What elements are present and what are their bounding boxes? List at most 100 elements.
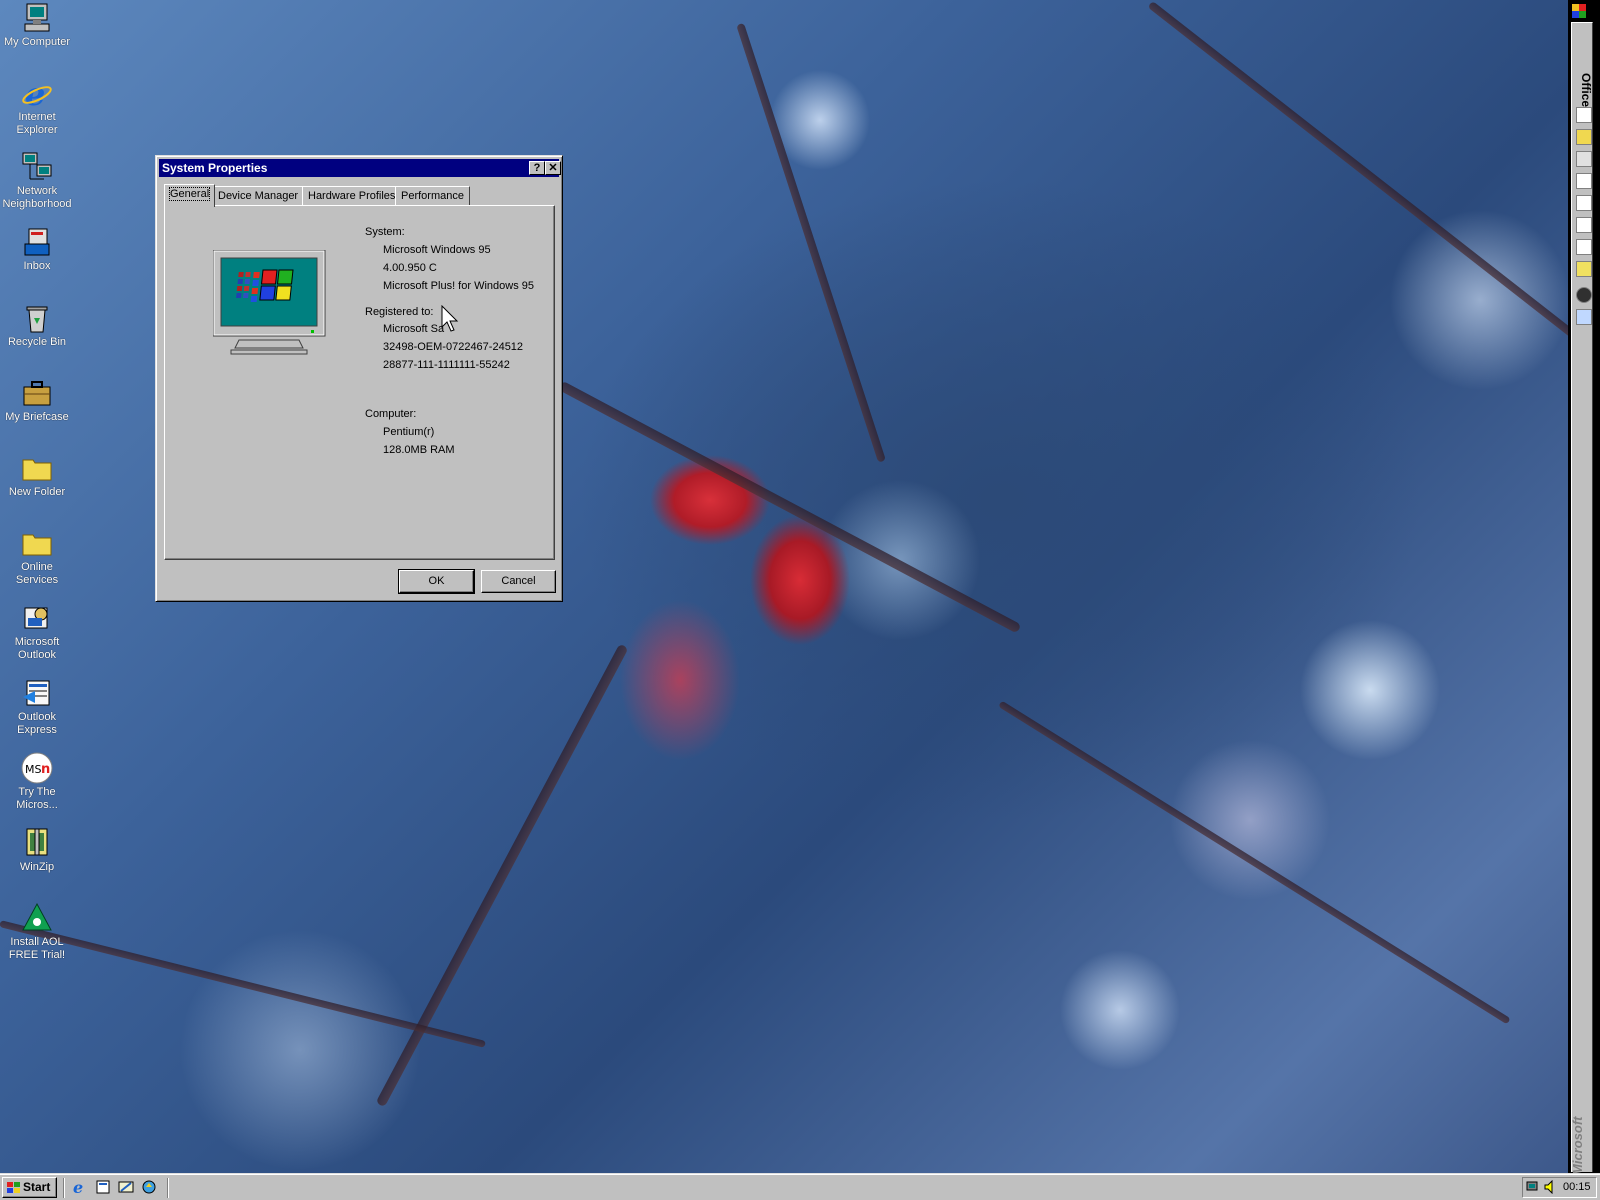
taskbar-separator (167, 1178, 169, 1198)
network-neighborhood-icon (21, 151, 53, 183)
desktop-icon-internet-explorer[interactable]: e Internet Explorer (0, 75, 74, 137)
tab-performance[interactable]: Performance (395, 186, 470, 206)
office-shortcut-icon[interactable] (1576, 287, 1592, 303)
os-name: Microsoft Windows 95 (383, 244, 491, 256)
desktop-icon-label: Recycle Bin (7, 336, 67, 348)
winzip-icon (21, 827, 53, 859)
folder-icon (21, 452, 53, 484)
dialog-titlebar[interactable]: System Properties ? ✕ (159, 159, 561, 177)
office-shortcut-bar[interactable]: Office Microsoft (1568, 0, 1600, 1176)
system-properties-dialog: System Properties ? ✕ General Device Man… (155, 155, 563, 602)
desktop-icon-microsoft-outlook[interactable]: Microsoft Outlook (0, 602, 74, 662)
computer-heading: Computer: (365, 408, 417, 420)
desktop-icon-network-neighborhood[interactable]: Network Neighborhood (0, 151, 74, 211)
cancel-button[interactable]: Cancel (481, 570, 556, 593)
folder-icon (21, 527, 53, 559)
computer-monitor-icon (212, 249, 326, 358)
wallpaper-branch (1147, 0, 1600, 377)
desktop-icon-label: Online Services (15, 561, 59, 586)
recycle-bin-icon (21, 302, 53, 334)
wallpaper-branch (557, 380, 1022, 634)
registered-id-2: 28877-111-1111111-55242 (383, 359, 510, 371)
office-shortcut-icon[interactable] (1576, 129, 1592, 145)
office-bar-control-icon[interactable] (1572, 4, 1586, 18)
ok-button[interactable]: OK (398, 569, 475, 594)
office-shortcut-icon[interactable] (1576, 195, 1592, 211)
tab-label: Device Manager (218, 190, 299, 202)
office-bar-panel: Office (1571, 22, 1593, 1172)
tab-label: Performance (401, 190, 464, 202)
desktop-icon-label: Inbox (23, 260, 51, 272)
taskbar: Start e 00:15 (0, 1173, 1600, 1200)
office-shortcut-icon[interactable] (1576, 173, 1592, 189)
outlook-express-icon (21, 677, 53, 709)
my-computer-icon (21, 2, 53, 34)
svg-text:n: n (41, 762, 50, 777)
desktop-icon-label: Outlook Express (17, 711, 57, 736)
briefcase-icon (21, 377, 53, 409)
desktop-icon-label: Try The Micros... (16, 786, 58, 811)
tab-label: Hardware Profiles (308, 190, 396, 202)
office-shortcut-icon[interactable] (1576, 309, 1592, 325)
clock[interactable]: 00:15 (1563, 1181, 1591, 1193)
help-button[interactable]: ? (529, 161, 545, 175)
tab-device-manager[interactable]: Device Manager (212, 186, 305, 206)
ram-amount: 128.0MB RAM (383, 444, 455, 456)
desktop-icon-label: Internet Explorer (16, 111, 58, 136)
registered-id-1: 32498-OEM-0722467-24512 (383, 341, 524, 353)
desktop-icon-inbox[interactable]: Inbox (0, 226, 74, 273)
outlook-express-icon[interactable] (95, 1179, 111, 1195)
close-button[interactable]: ✕ (545, 161, 561, 175)
outlook-icon (21, 602, 53, 634)
wallpaper-branch (736, 22, 886, 463)
mouse-pointer-icon (441, 304, 461, 335)
desktop-icon-label: WinZip (19, 861, 55, 873)
windows-logo-icon (7, 1181, 21, 1193)
system-heading: System: (365, 226, 405, 238)
office-shortcut-icon[interactable] (1576, 217, 1592, 233)
msn-icon: MS n (21, 752, 53, 784)
taskbar-separator (63, 1178, 65, 1198)
channels-icon[interactable] (141, 1179, 157, 1195)
internet-explorer-icon[interactable]: e (72, 1178, 88, 1197)
svg-text:e: e (73, 1179, 83, 1195)
desktop-icon-outlook-express[interactable]: Outlook Express (0, 677, 74, 737)
desktop-icon-my-computer[interactable]: My Computer (0, 2, 74, 49)
microsoft-logo: Microsoft (1570, 1116, 1585, 1176)
tab-label: General (168, 187, 211, 201)
tab-general[interactable]: General (164, 184, 216, 207)
aol-icon (21, 902, 53, 934)
desktop-icon-recycle-bin[interactable]: Recycle Bin (0, 302, 74, 349)
registered-heading: Registered to: (365, 306, 434, 318)
desktop-icon-msn[interactable]: MS n Try The Micros... (0, 752, 74, 812)
desktop-icon-label: My Briefcase (5, 411, 69, 423)
internet-explorer-icon: e (21, 75, 53, 113)
tab-hardware-profiles[interactable]: Hardware Profiles (302, 186, 402, 206)
general-tab-panel: System: Microsoft Windows 95 4.00.950 C … (164, 205, 555, 560)
dialog-title: System Properties (162, 161, 268, 175)
volume-icon[interactable] (1543, 1179, 1557, 1195)
desktop-icon-label: Install AOL FREE Trial! (8, 936, 66, 961)
inbox-icon (21, 226, 53, 258)
desktop-icon-winzip[interactable]: WinZip (0, 827, 74, 874)
start-label: Start (23, 1180, 51, 1194)
wallpaper-branch (998, 700, 1511, 1025)
network-tray-icon[interactable] (1526, 1180, 1540, 1194)
start-button[interactable]: Start (2, 1177, 57, 1198)
office-shortcut-icon[interactable] (1576, 107, 1592, 123)
desktop-icon-new-folder[interactable]: New Folder (0, 452, 74, 499)
desktop-icon-label: My Computer (3, 36, 71, 48)
cpu-name: Pentium(r) (383, 426, 435, 438)
desktop-icon-online-services[interactable]: Online Services (0, 527, 74, 587)
desktop-icon-label: New Folder (8, 486, 66, 498)
desktop-icon-my-briefcase[interactable]: My Briefcase (0, 377, 74, 424)
show-desktop-icon[interactable] (118, 1179, 134, 1195)
desktop-icon-label: Network Neighborhood (2, 185, 72, 210)
office-shortcut-icon[interactable] (1576, 151, 1592, 167)
svg-text:e: e (25, 77, 45, 109)
desktop-icon-label: Microsoft Outlook (14, 636, 60, 661)
registered-name: Microsoft Sa (383, 323, 445, 335)
office-shortcut-icon[interactable] (1576, 239, 1592, 255)
office-shortcut-icon[interactable] (1576, 261, 1592, 277)
desktop-icon-install-aol[interactable]: Install AOL FREE Trial! (0, 902, 74, 962)
